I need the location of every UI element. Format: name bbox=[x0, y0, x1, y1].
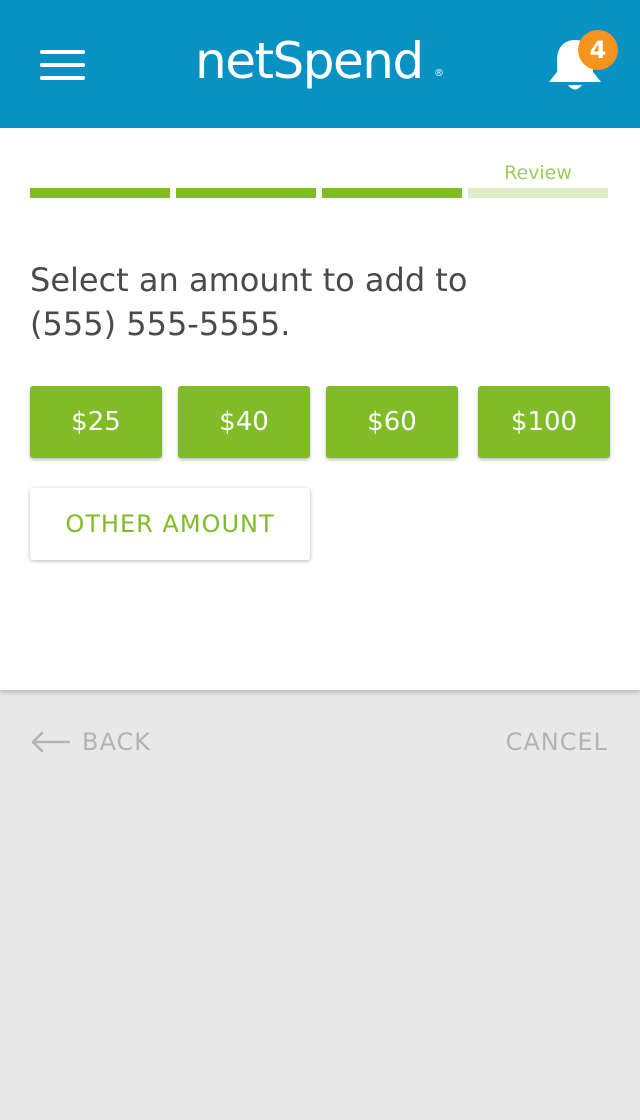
progress-step-3 bbox=[322, 188, 462, 198]
progress-step-2 bbox=[176, 188, 316, 198]
progress-step-4 bbox=[468, 188, 608, 198]
back-button[interactable]: BACK bbox=[30, 722, 151, 762]
prompt-phone-number: (555) 555-5555. bbox=[30, 305, 291, 343]
amount-button-25[interactable]: $25 bbox=[30, 386, 162, 458]
registered-mark: ® bbox=[434, 68, 444, 79]
amount-card: Review Select an amount to add to (555) … bbox=[0, 128, 640, 690]
app-header: netSpend ® 4 bbox=[0, 0, 640, 128]
amount-button-40[interactable]: $40 bbox=[178, 386, 310, 458]
page-prompt: Select an amount to add to (555) 555-555… bbox=[30, 258, 610, 346]
progress-step-label: Review bbox=[504, 162, 572, 184]
other-amount-button[interactable]: OTHER AMOUNT bbox=[30, 488, 310, 560]
brand-logo: netSpend bbox=[195, 32, 424, 90]
progress-step-1 bbox=[30, 188, 170, 198]
arrow-left-icon bbox=[31, 731, 70, 753]
prompt-line-1: Select an amount to add to bbox=[30, 261, 468, 299]
cancel-button[interactable]: CANCEL bbox=[506, 722, 608, 762]
back-label: BACK bbox=[82, 728, 151, 756]
notification-badge[interactable]: 4 bbox=[578, 30, 618, 70]
amount-button-60[interactable]: $60 bbox=[326, 386, 458, 458]
amount-button-100[interactable]: $100 bbox=[478, 386, 610, 458]
hamburger-menu-icon[interactable] bbox=[40, 50, 86, 82]
